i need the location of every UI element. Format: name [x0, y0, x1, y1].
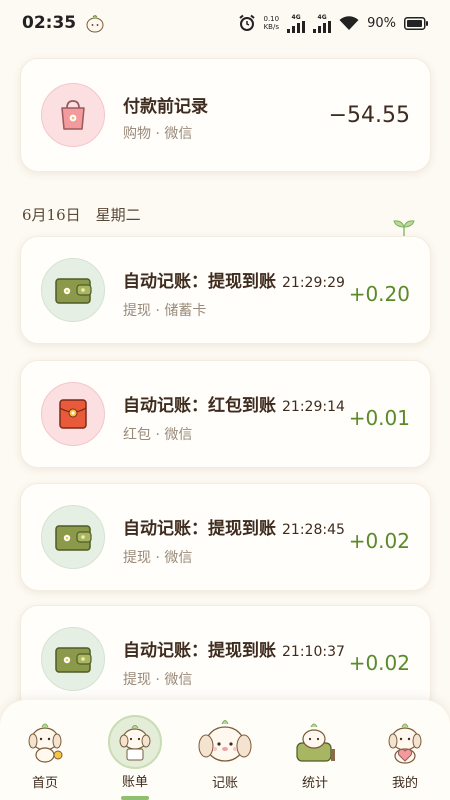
puppy-record-icon — [196, 714, 254, 770]
status-bar: 02:35 0.10 KB/s 4G 4G 90% — [0, 0, 450, 46]
speed-unit: KB/s — [263, 23, 279, 31]
transaction-subtitle: 红包 · 微信 — [123, 427, 193, 443]
battery-percent: 90% — [367, 15, 396, 31]
status-indicators: 0.10 KB/s 4G 4G 90% — [238, 13, 428, 33]
transaction-card[interactable]: 自动记账：提现到账 21:28:45 提现 · 微信 +0.02 — [20, 483, 431, 591]
wifi-icon — [339, 16, 359, 30]
card-title: 付款前记录 — [123, 97, 208, 117]
puppy-profile-icon — [385, 714, 425, 770]
nav-label: 首页 — [31, 776, 58, 791]
status-time: 02:35 — [22, 13, 77, 33]
nav-record[interactable]: 记账 — [185, 714, 265, 791]
network-speed: 0.10 KB/s — [264, 15, 280, 31]
signal-1: 4G — [287, 13, 306, 33]
sprout-icon — [393, 220, 415, 236]
transaction-amount: +0.02 — [348, 651, 410, 675]
red-envelope-icon — [41, 382, 105, 446]
puppy-bill-icon — [108, 715, 162, 769]
transaction-amount: +0.02 — [348, 529, 410, 553]
transaction-subtitle: 提现 · 微信 — [123, 672, 193, 688]
nav-label: 统计 — [301, 776, 328, 791]
nav-stats[interactable]: 统计 — [275, 714, 355, 791]
nav-label: 记账 — [211, 776, 238, 791]
speed-value: 0.10 — [263, 15, 280, 23]
transaction-amount: +0.01 — [348, 406, 410, 430]
wallet-icon — [41, 627, 105, 691]
pre-payment-record-card[interactable]: 付款前记录 购物 · 微信 −54.55 — [20, 58, 431, 172]
nav-bill[interactable]: 账单 — [95, 714, 175, 800]
transaction-amount: +0.20 — [348, 282, 410, 306]
nav-label: 账单 — [121, 775, 148, 790]
transaction-subtitle: 提现 · 微信 — [123, 550, 193, 566]
puppy-stats-icon — [293, 714, 337, 770]
transaction-title-text: 自动记账：红包到账 — [123, 396, 276, 416]
transaction-time: 21:10:37 — [282, 644, 345, 660]
transaction-title: 自动记账：提现到账 21:10:37 — [123, 636, 345, 661]
transaction-title: 自动记账：红包到账 21:29:14 — [123, 391, 345, 416]
shopping-bag-icon — [41, 83, 105, 147]
active-tab-indicator — [121, 796, 149, 800]
transaction-card[interactable]: 自动记账：提现到账 21:29:29 提现 · 储蓄卡 +0.20 — [20, 236, 431, 344]
nav-home[interactable]: 首页 — [5, 714, 85, 791]
alarm-icon — [238, 14, 255, 31]
nav-profile[interactable]: 我的 — [365, 714, 445, 791]
nav-label: 我的 — [391, 776, 418, 791]
transaction-time: 21:29:29 — [282, 275, 345, 291]
puppy-mascot-icon — [86, 15, 104, 33]
wallet-icon — [41, 505, 105, 569]
signal-1-label: 4G — [291, 13, 301, 21]
bottom-nav: 首页 账单 记账 统计 我的 — [0, 700, 450, 800]
transaction-title: 自动记账：提现到账 21:29:29 — [123, 267, 345, 292]
puppy-home-icon — [25, 714, 65, 770]
card-subtitle: 购物 · 微信 — [123, 126, 193, 142]
wallet-icon — [41, 258, 105, 322]
transaction-card[interactable]: 自动记账：提现到账 21:10:37 提现 · 微信 +0.02 — [20, 605, 431, 713]
transaction-card[interactable]: 自动记账：红包到账 21:29:14 红包 · 微信 +0.01 — [20, 360, 431, 468]
signal-bars-icon — [313, 20, 332, 33]
transaction-title-text: 自动记账：提现到账 — [123, 641, 276, 661]
transaction-title-text: 自动记账：提现到账 — [123, 519, 276, 539]
battery-icon — [404, 16, 428, 30]
card-amount: −54.55 — [328, 103, 410, 128]
transaction-time: 21:29:14 — [282, 399, 345, 415]
transaction-time: 21:28:45 — [282, 522, 345, 538]
signal-bars-icon — [287, 20, 306, 33]
transaction-title-text: 自动记账：提现到账 — [123, 272, 276, 292]
signal-2: 4G — [313, 13, 332, 33]
date-header: 6月16日 星期二 — [22, 206, 141, 224]
signal-2-label: 4G — [317, 13, 327, 21]
transaction-subtitle: 提现 · 储蓄卡 — [123, 303, 207, 319]
transaction-title: 自动记账：提现到账 21:28:45 — [123, 514, 345, 539]
